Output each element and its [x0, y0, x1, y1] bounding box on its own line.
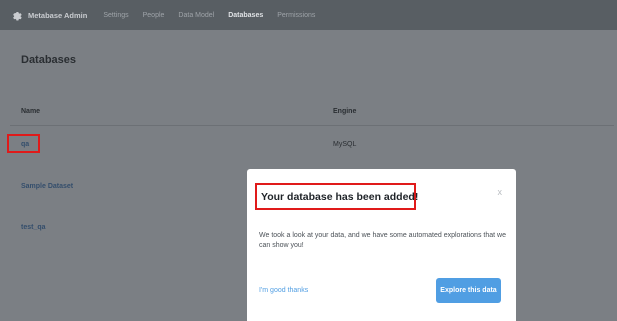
highlight-box-qa — [7, 134, 40, 153]
modal-title: Your database has been added! — [261, 190, 419, 203]
explore-data-button[interactable]: Explore this data — [436, 278, 501, 303]
brand[interactable]: Metabase Admin — [10, 9, 87, 21]
admin-navbar: Metabase Admin Settings People Data Mode… — [0, 0, 617, 30]
close-icon[interactable]: x — [498, 187, 503, 197]
highlight-box-modal-title: Your database has been added! — [255, 183, 419, 210]
database-added-modal: Your database has been added! x We took … — [247, 169, 516, 321]
nav-permissions[interactable]: Permissions — [277, 12, 315, 19]
dismiss-link[interactable]: I'm good thanks — [259, 287, 308, 294]
gear-icon — [13, 12, 22, 21]
database-link-sample-dataset[interactable]: Sample Dataset — [21, 183, 73, 190]
nav-settings[interactable]: Settings — [103, 12, 128, 19]
database-link-test-qa[interactable]: test_qa — [21, 224, 46, 231]
page-title: Databases — [21, 54, 77, 66]
column-header-name: Name — [21, 108, 41, 115]
table-divider — [10, 125, 614, 126]
database-engine-qa: MySQL — [333, 141, 357, 148]
brand-label: Metabase Admin — [28, 10, 88, 20]
nav-databases[interactable]: Databases — [228, 12, 263, 19]
modal-body-text: We took a look at your data, and we have… — [259, 232, 506, 249]
nav-people[interactable]: People — [143, 12, 165, 19]
nav-data-model[interactable]: Data Model — [178, 12, 214, 19]
column-header-engine: Engine — [333, 108, 357, 115]
